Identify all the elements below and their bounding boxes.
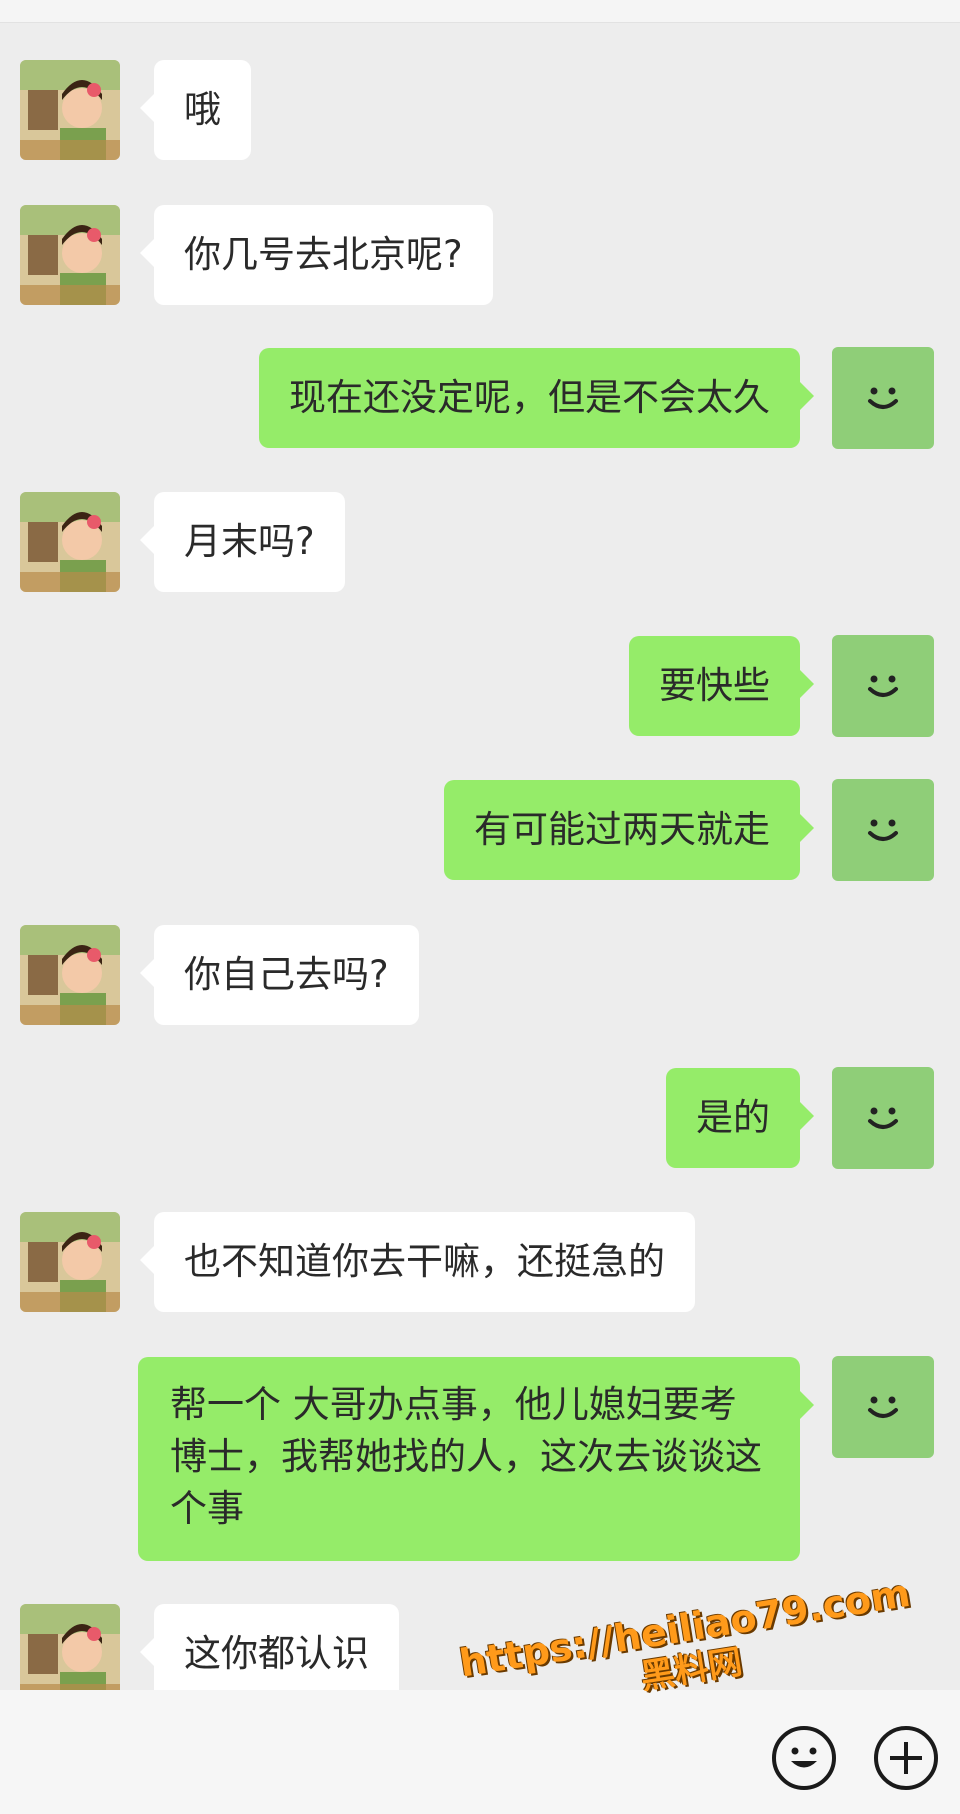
cartoon-girl-avatar-icon <box>20 60 120 160</box>
incoming-message-bubble[interactable]: 你自己去吗? <box>140 925 419 1025</box>
emoji-icon <box>791 1747 817 1768</box>
contact-avatar[interactable] <box>20 925 120 1025</box>
plus-icon <box>890 1742 922 1774</box>
contact-avatar[interactable] <box>20 1212 120 1312</box>
smiley-face-icon <box>868 1107 898 1129</box>
cartoon-girl-avatar-icon <box>20 492 120 592</box>
outgoing-message-bubble[interactable]: 要快些 <box>629 636 814 736</box>
message-text: 月末吗? <box>184 520 315 563</box>
message-text: 现在还没定呢，但是不会太久 <box>289 376 770 419</box>
incoming-message-bubble[interactable]: 月末吗? <box>140 492 345 592</box>
cartoon-girl-avatar-icon <box>20 1604 120 1704</box>
smiley-face-icon <box>868 675 898 697</box>
message-text: 要快些 <box>659 664 770 707</box>
self-avatar[interactable] <box>832 635 934 737</box>
top-status-strip <box>0 0 960 23</box>
contact-avatar[interactable] <box>20 492 120 592</box>
cartoon-girl-avatar-icon <box>20 925 120 1025</box>
self-avatar[interactable] <box>832 1067 934 1169</box>
smiley-face-icon <box>868 387 898 409</box>
cartoon-girl-avatar-icon <box>20 205 120 305</box>
outgoing-message-bubble[interactable]: 有可能过两天就走 <box>444 780 814 880</box>
message-text: 哦 <box>184 88 221 131</box>
smiley-face-icon <box>868 1396 898 1418</box>
more-functions-button[interactable] <box>874 1726 938 1790</box>
incoming-message-bubble[interactable]: 哦 <box>140 60 251 160</box>
outgoing-message-bubble[interactable]: 帮一个 大哥办点事，他儿媳妇要考博士，我帮她找的人，这次去谈谈这个事 <box>138 1357 814 1561</box>
message-text: 你自己去吗? <box>184 953 389 996</box>
emoji-button[interactable] <box>772 1726 836 1790</box>
self-avatar[interactable] <box>832 779 934 881</box>
incoming-message-bubble[interactable]: 这你都认识 <box>140 1604 399 1704</box>
incoming-message-bubble[interactable]: 也不知道你去干嘛，还挺急的 <box>140 1212 695 1312</box>
contact-avatar[interactable] <box>20 60 120 160</box>
contact-avatar[interactable] <box>20 205 120 305</box>
smiley-face-icon <box>868 819 898 841</box>
message-text: 是的 <box>696 1096 770 1139</box>
message-text: 帮一个 大哥办点事，他儿媳妇要考博士，我帮她找的人，这次去谈谈这个事 <box>170 1383 762 1530</box>
self-avatar[interactable] <box>832 347 934 449</box>
cartoon-girl-avatar-icon <box>20 1212 120 1312</box>
message-text: 这你都认识 <box>184 1632 369 1675</box>
contact-avatar[interactable] <box>20 1604 120 1704</box>
message-text: 你几号去北京呢? <box>184 233 463 276</box>
outgoing-message-bubble[interactable]: 现在还没定呢，但是不会太久 <box>259 348 814 448</box>
incoming-message-bubble[interactable]: 你几号去北京呢? <box>140 205 493 305</box>
message-text: 也不知道你去干嘛，还挺急的 <box>184 1240 665 1283</box>
self-avatar[interactable] <box>832 1356 934 1458</box>
outgoing-message-bubble[interactable]: 是的 <box>666 1068 814 1168</box>
message-text: 有可能过两天就走 <box>474 808 770 851</box>
